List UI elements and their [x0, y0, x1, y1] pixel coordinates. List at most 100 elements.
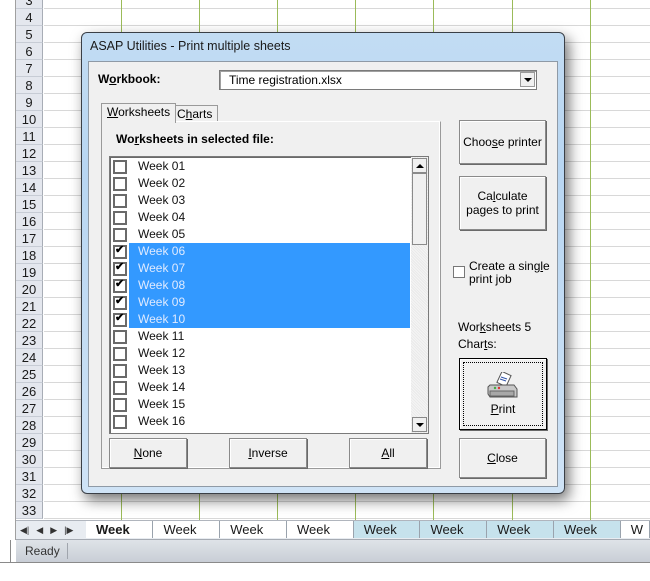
worksheet-checkbox[interactable]: [113, 228, 127, 242]
accelerator-key: t: [484, 337, 488, 351]
choose-printer-button[interactable]: Choose printer: [459, 120, 546, 164]
worksheet-list-item[interactable]: ✔ Week 10: [110, 311, 410, 328]
sheet-tab[interactable]: Week 02: [153, 521, 221, 554]
dropdown-button[interactable]: [520, 72, 535, 87]
worksheet-checkbox[interactable]: [113, 381, 127, 395]
row-header[interactable]: 20: [16, 281, 43, 298]
workbook-select[interactable]: Time registration.xlsx: [219, 70, 537, 90]
worksheets-list-label: Worksheets in selected file:: [116, 132, 274, 146]
tab-worksheets[interactable]: Worksheets: [101, 103, 177, 123]
row-header[interactable]: 10: [16, 111, 43, 128]
row-header[interactable]: 30: [16, 451, 43, 468]
scroll-up-button[interactable]: [412, 158, 427, 173]
scroll-down-button[interactable]: [412, 417, 427, 432]
worksheet-list-item[interactable]: Week 12: [110, 345, 410, 362]
first-sheet-icon[interactable]: ◀|: [20, 525, 29, 536]
row-header[interactable]: 24: [16, 349, 43, 366]
worksheet-checkbox[interactable]: ✔: [113, 261, 127, 276]
worksheet-list-item[interactable]: Week 15: [110, 396, 410, 413]
row-header[interactable]: 17: [16, 230, 43, 247]
accelerator-key: o: [109, 72, 117, 86]
worksheet-list-item[interactable]: ✔ Week 09: [110, 294, 410, 311]
sheet-tab[interactable]: Week 07: [487, 521, 554, 554]
worksheet-list-item[interactable]: ✔ Week 07: [110, 260, 410, 277]
row-header[interactable]: 32: [16, 485, 43, 502]
worksheet-checkbox[interactable]: ✔: [113, 278, 127, 293]
worksheet-checkbox[interactable]: [113, 330, 127, 344]
row-header[interactable]: 25: [16, 366, 43, 383]
inverse-selection-button[interactable]: Inverse: [229, 438, 307, 468]
row-header[interactable]: 3: [16, 0, 43, 9]
worksheet-list-item[interactable]: Week 14: [110, 379, 410, 396]
select-none-button[interactable]: None: [109, 438, 187, 468]
worksheet-checkbox[interactable]: [113, 160, 127, 174]
worksheet-list-item[interactable]: ✔ Week 08: [110, 277, 410, 294]
sheet-tabs: Week 01Week 02Week 03Week 04Week 05Week …: [86, 521, 650, 554]
worksheet-checkbox[interactable]: [113, 398, 127, 412]
sheet-tab[interactable]: Week 08: [553, 521, 621, 554]
row-header[interactable]: 12: [16, 145, 43, 162]
listbox-scrollbar[interactable]: [411, 157, 428, 433]
row-header[interactable]: 11: [16, 128, 43, 145]
worksheet-list-item[interactable]: Week 02: [110, 175, 410, 192]
worksheet-list-item[interactable]: Week 11: [110, 328, 410, 345]
worksheet-list-item[interactable]: Week 03: [110, 192, 410, 209]
row-header[interactable]: 4: [16, 9, 43, 26]
last-sheet-icon[interactable]: |▶: [64, 525, 73, 536]
calculate-line1: Calculate: [477, 189, 528, 203]
next-sheet-icon[interactable]: ▶: [50, 525, 57, 536]
scroll-thumb[interactable]: [412, 173, 427, 245]
sheet-tab[interactable]: Week 06: [420, 521, 488, 554]
row-header[interactable]: 23: [16, 332, 43, 349]
row-header[interactable]: 14: [16, 179, 43, 196]
row-header[interactable]: 31: [16, 468, 43, 485]
row-header[interactable]: 22: [16, 315, 43, 332]
row-header[interactable]: 18: [16, 247, 43, 264]
worksheets-listbox[interactable]: Week 01 Week 02 Week 03 Week 04 Week 05 ✔ Week…: [109, 156, 429, 434]
row-header[interactable]: 7: [16, 60, 43, 77]
worksheet-checkbox[interactable]: [113, 364, 127, 378]
row-header[interactable]: 16: [16, 213, 43, 230]
row-header[interactable]: 19: [16, 264, 43, 281]
row-header[interactable]: 6: [16, 43, 43, 60]
worksheet-list-item[interactable]: Week 13: [110, 362, 410, 379]
row-header[interactable]: 29: [16, 434, 43, 451]
select-all-button[interactable]: All: [349, 438, 427, 468]
row-header[interactable]: 26: [16, 383, 43, 400]
row-header[interactable]: 5: [16, 26, 43, 43]
calculate-pages-button[interactable]: Calculate pages to print: [459, 176, 546, 230]
sheet-tab[interactable]: W: [620, 521, 650, 538]
worksheet-checkbox[interactable]: [113, 177, 127, 191]
worksheet-list-item[interactable]: Week 05: [110, 226, 410, 243]
worksheet-checkbox[interactable]: ✔: [113, 312, 127, 327]
worksheet-checkbox[interactable]: ✔: [113, 244, 127, 259]
worksheet-checkbox[interactable]: [113, 347, 127, 361]
sheet-tab-bar: ◀| ◀ ▶ |▶ Week 01Week 02Week 03Week 04We…: [16, 520, 650, 554]
close-button[interactable]: Close: [459, 438, 546, 478]
worksheet-list-item[interactable]: Week 16: [110, 413, 410, 430]
row-header[interactable]: 13: [16, 162, 43, 179]
worksheets-panel: Worksheets in selected file: Week 01 Week…: [101, 121, 441, 469]
row-header[interactable]: 15: [16, 196, 43, 213]
row-header[interactable]: 33: [16, 502, 43, 519]
single-print-job-checkbox[interactable]: [453, 266, 465, 278]
sheet-tab[interactable]: Week 01: [86, 521, 154, 554]
sheet-tab[interactable]: Week 03: [220, 521, 287, 554]
row-header[interactable]: 27: [16, 400, 43, 417]
sheet-tab[interactable]: Week 05: [353, 521, 421, 554]
worksheet-checkbox[interactable]: [113, 211, 127, 225]
worksheet-checkbox[interactable]: ✔: [113, 295, 127, 310]
print-button[interactable]: Print: [459, 358, 547, 430]
worksheet-checkbox[interactable]: [113, 194, 127, 208]
worksheet-list-item[interactable]: Week 01: [110, 158, 410, 175]
row-header[interactable]: 9: [16, 94, 43, 111]
row-header[interactable]: 8: [16, 77, 43, 94]
sheet-tab[interactable]: Week 04: [286, 521, 354, 554]
prev-sheet-icon[interactable]: ◀: [36, 525, 43, 536]
accelerator-key: A: [381, 446, 390, 460]
worksheet-list-item[interactable]: Week 04: [110, 209, 410, 226]
row-header[interactable]: 21: [16, 298, 43, 315]
row-header[interactable]: 28: [16, 417, 43, 434]
worksheet-list-item[interactable]: ✔ Week 06: [110, 243, 410, 260]
worksheet-checkbox[interactable]: [113, 415, 127, 429]
